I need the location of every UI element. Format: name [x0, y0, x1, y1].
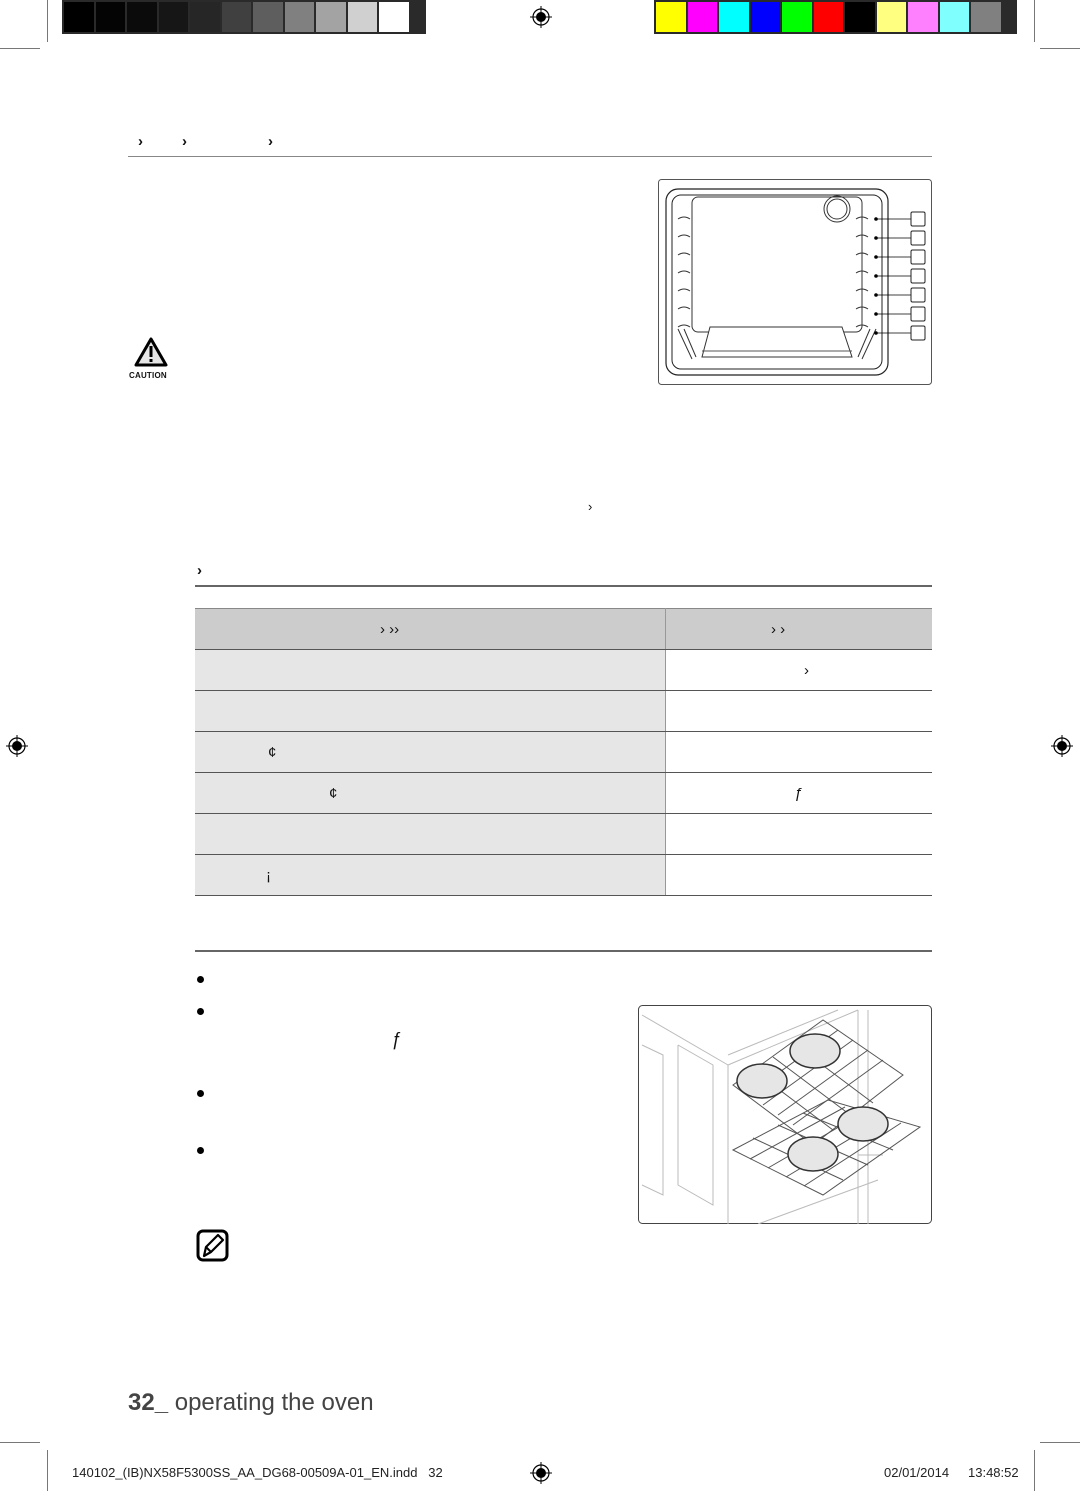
crop-mark [1040, 1442, 1080, 1443]
color-swatch [316, 2, 346, 32]
color-swatch [939, 2, 969, 32]
bullet-text: ƒ [391, 1029, 402, 1049]
color-swatch [127, 2, 157, 32]
color-swatch [158, 2, 188, 32]
table-header-cell: › ›› [195, 608, 666, 650]
table-row [195, 813, 932, 855]
oven-racks-with-pans-illustration [638, 1005, 932, 1224]
color-swatch [95, 2, 125, 32]
rack-position-label-box [910, 268, 926, 284]
color-swatch [719, 2, 749, 32]
table-header-cell: › › [665, 608, 932, 650]
color-swatch [908, 2, 938, 32]
color-swatch [813, 2, 843, 32]
page-footer-title: 32_ operating the oven [128, 1389, 374, 1417]
caution-label: CAUTION [129, 371, 167, 380]
color-swatch [64, 2, 94, 32]
caution-warning-icon [134, 337, 168, 367]
color-swatch [221, 2, 251, 32]
section-heading-glyph: › [268, 133, 273, 150]
color-swatch [190, 2, 220, 32]
registration-mark-icon [6, 735, 28, 757]
color-swatch [750, 2, 780, 32]
subheading-glyph: › [197, 562, 202, 579]
process-color-bar [654, 0, 1017, 34]
registration-mark-icon [530, 1462, 552, 1484]
crop-mark [1040, 48, 1080, 49]
rack-position-label-box [910, 325, 926, 341]
crop-mark [47, 0, 48, 42]
color-swatch [284, 2, 314, 32]
rack-position-label-box [910, 249, 926, 265]
rack-position-label-box [910, 287, 926, 303]
crop-mark [0, 1442, 40, 1443]
table-row: ¢ [195, 731, 932, 773]
section-rule [195, 950, 932, 952]
slug-date: 02/01/2014 [884, 1465, 950, 1480]
section-heading-rule [128, 156, 932, 157]
subheading-rule [195, 585, 932, 587]
rack-position-label-box [910, 230, 926, 246]
bullet-icon [197, 1090, 204, 1097]
registration-mark-icon [530, 6, 552, 28]
page-number: 32_ [128, 1389, 169, 1416]
section-heading-glyph: › [138, 133, 143, 150]
color-swatch [253, 2, 283, 32]
registration-mark-icon [1051, 735, 1073, 757]
section-heading-glyph: › [182, 133, 187, 150]
slug-time: 13:48:52 [968, 1465, 1019, 1480]
oven-rack-positions-diagram [658, 179, 932, 385]
crop-mark [1034, 1450, 1035, 1491]
rack-position-label-box [910, 306, 926, 322]
crop-mark [0, 48, 40, 49]
body-text-glyph: › [588, 499, 593, 514]
color-swatch [782, 2, 812, 32]
slug-filename: 140102_(IB)NX58F5300SS_AA_DG68-00509A-01… [72, 1465, 443, 1480]
chapter-title: operating the oven [174, 1389, 374, 1416]
crop-mark [47, 1450, 48, 1491]
bullet-icon [197, 1147, 204, 1154]
table-row [195, 690, 932, 732]
crop-mark [1034, 0, 1035, 42]
color-swatch [687, 2, 717, 32]
rack-position-table: › ›› › › › ¢ ¢ ƒ ¡ [195, 608, 932, 896]
table-header-row: › ›› › › [195, 608, 932, 650]
color-swatch [656, 2, 686, 32]
color-swatch [347, 2, 377, 32]
bullet-icon [197, 1008, 204, 1015]
table-row: ¡ [195, 854, 932, 896]
table-row: › [195, 649, 932, 691]
bullet-icon [197, 976, 204, 983]
color-swatch [379, 2, 409, 32]
color-swatch [845, 2, 875, 32]
rack-position-label-box [910, 211, 926, 227]
color-swatch [971, 2, 1001, 32]
note-pencil-icon [196, 1229, 229, 1262]
grayscale-color-bar [62, 0, 426, 34]
table-row: ¢ ƒ [195, 772, 932, 814]
color-swatch [876, 2, 906, 32]
